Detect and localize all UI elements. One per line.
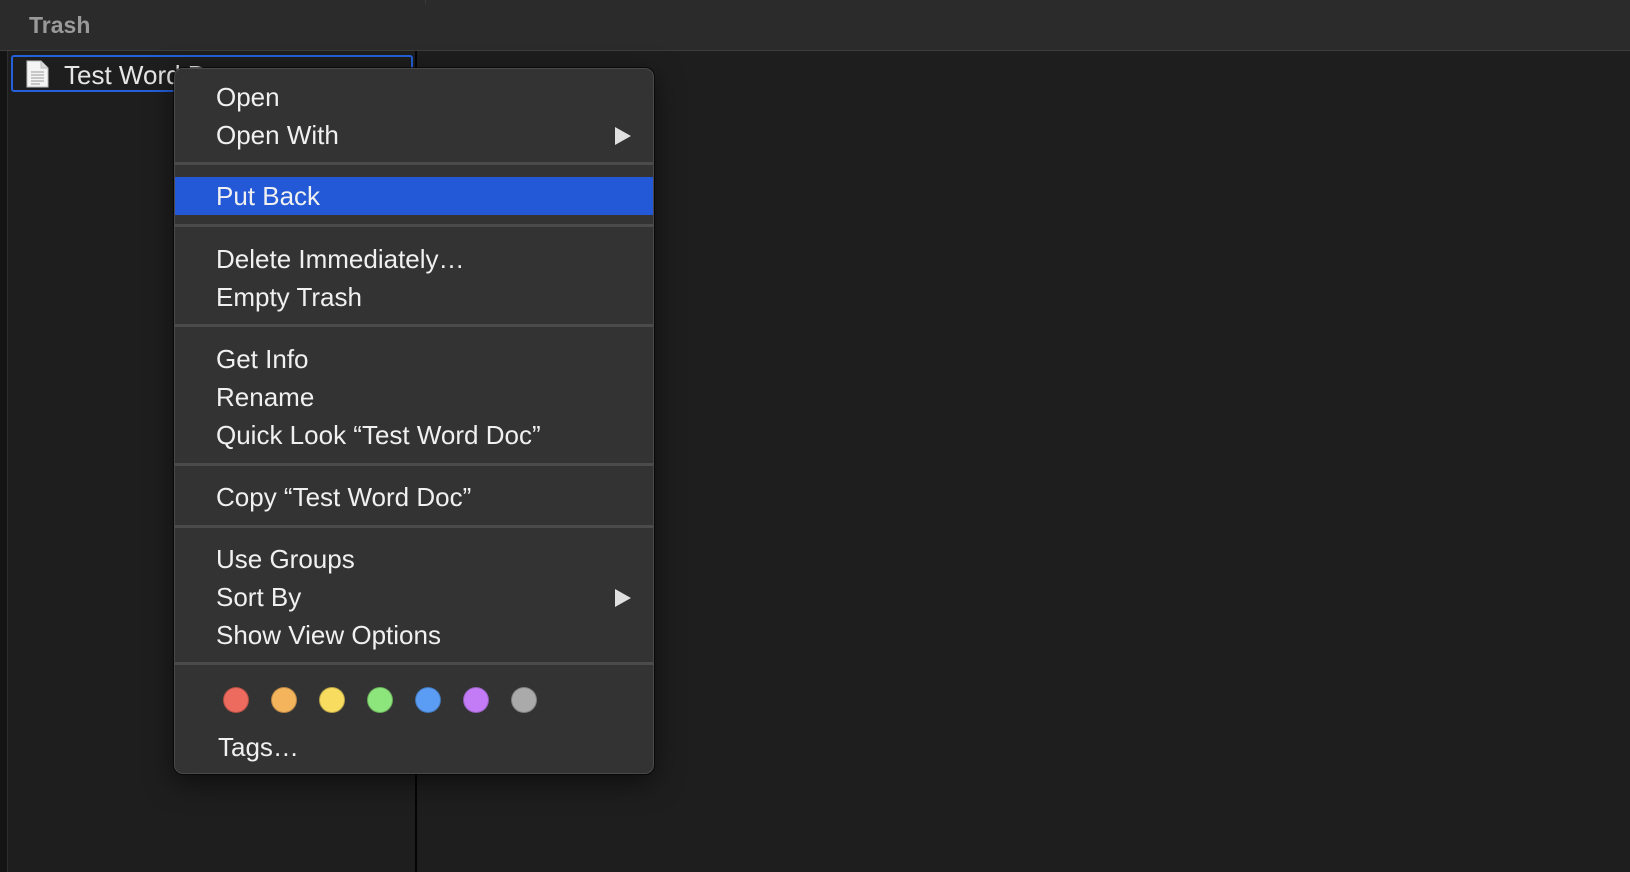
- tag-purple-icon[interactable]: [463, 687, 489, 713]
- menu-item-label: Quick Look “Test Word Doc”: [216, 420, 541, 450]
- sidebar-edge: [0, 51, 8, 872]
- menu-item-sort-by[interactable]: Sort By: [175, 578, 653, 616]
- tag-blue-icon[interactable]: [415, 687, 441, 713]
- menu-item-get-info[interactable]: Get Info: [175, 340, 653, 378]
- menu-item-label: Sort By: [216, 582, 302, 612]
- menu-separator: [175, 463, 653, 466]
- context-menu: Open Open With Put Back Delete Immediate…: [174, 68, 654, 774]
- finder-window: Trash Test Word Doc Open Open With Put B…: [0, 0, 1630, 872]
- menu-item-rename[interactable]: Rename: [175, 378, 653, 416]
- menu-item-label: Delete Immediately…: [216, 244, 465, 274]
- menu-item-label: Get Info: [216, 344, 309, 374]
- menu-item-quick-look[interactable]: Quick Look “Test Word Doc”: [175, 416, 653, 454]
- submenu-arrow-icon: [615, 127, 631, 145]
- menu-separator: [175, 162, 653, 165]
- menu-item-delete-immediately[interactable]: Delete Immediately…: [175, 240, 653, 278]
- menu-item-tags[interactable]: Tags…: [218, 732, 299, 763]
- menu-item-label: Rename: [216, 382, 315, 412]
- menu-separator: [175, 324, 653, 327]
- header-divider: [425, 0, 426, 4]
- menu-item-open-with[interactable]: Open With: [175, 116, 653, 154]
- tag-yellow-icon[interactable]: [319, 687, 345, 713]
- menu-item-label: Open With: [216, 120, 339, 150]
- menu-item-label: Copy “Test Word Doc”: [216, 482, 472, 512]
- tag-orange-icon[interactable]: [271, 687, 297, 713]
- document-icon: [26, 60, 49, 88]
- menu-item-copy[interactable]: Copy “Test Word Doc”: [175, 478, 653, 516]
- tag-gray-icon[interactable]: [511, 687, 537, 713]
- tag-red-icon[interactable]: [223, 687, 249, 713]
- menu-item-empty-trash[interactable]: Empty Trash: [175, 278, 653, 316]
- submenu-arrow-icon: [615, 589, 631, 607]
- menu-item-label: Empty Trash: [216, 282, 362, 312]
- menu-item-label: Put Back: [216, 181, 321, 211]
- menu-separator: [175, 525, 653, 528]
- window-title: Trash: [29, 12, 91, 38]
- window-header: Trash: [0, 0, 1630, 51]
- tag-green-icon[interactable]: [367, 687, 393, 713]
- menu-item-show-view-options[interactable]: Show View Options: [175, 616, 653, 654]
- menu-item-put-back[interactable]: Put Back: [175, 177, 653, 215]
- menu-item-label: Open: [216, 82, 280, 112]
- menu-separator: [175, 224, 653, 227]
- menu-item-label: Show View Options: [216, 620, 441, 650]
- menu-item-open[interactable]: Open: [175, 78, 653, 116]
- menu-separator: [175, 662, 653, 665]
- menu-item-label: Use Groups: [216, 544, 355, 574]
- menu-item-use-groups[interactable]: Use Groups: [175, 540, 653, 578]
